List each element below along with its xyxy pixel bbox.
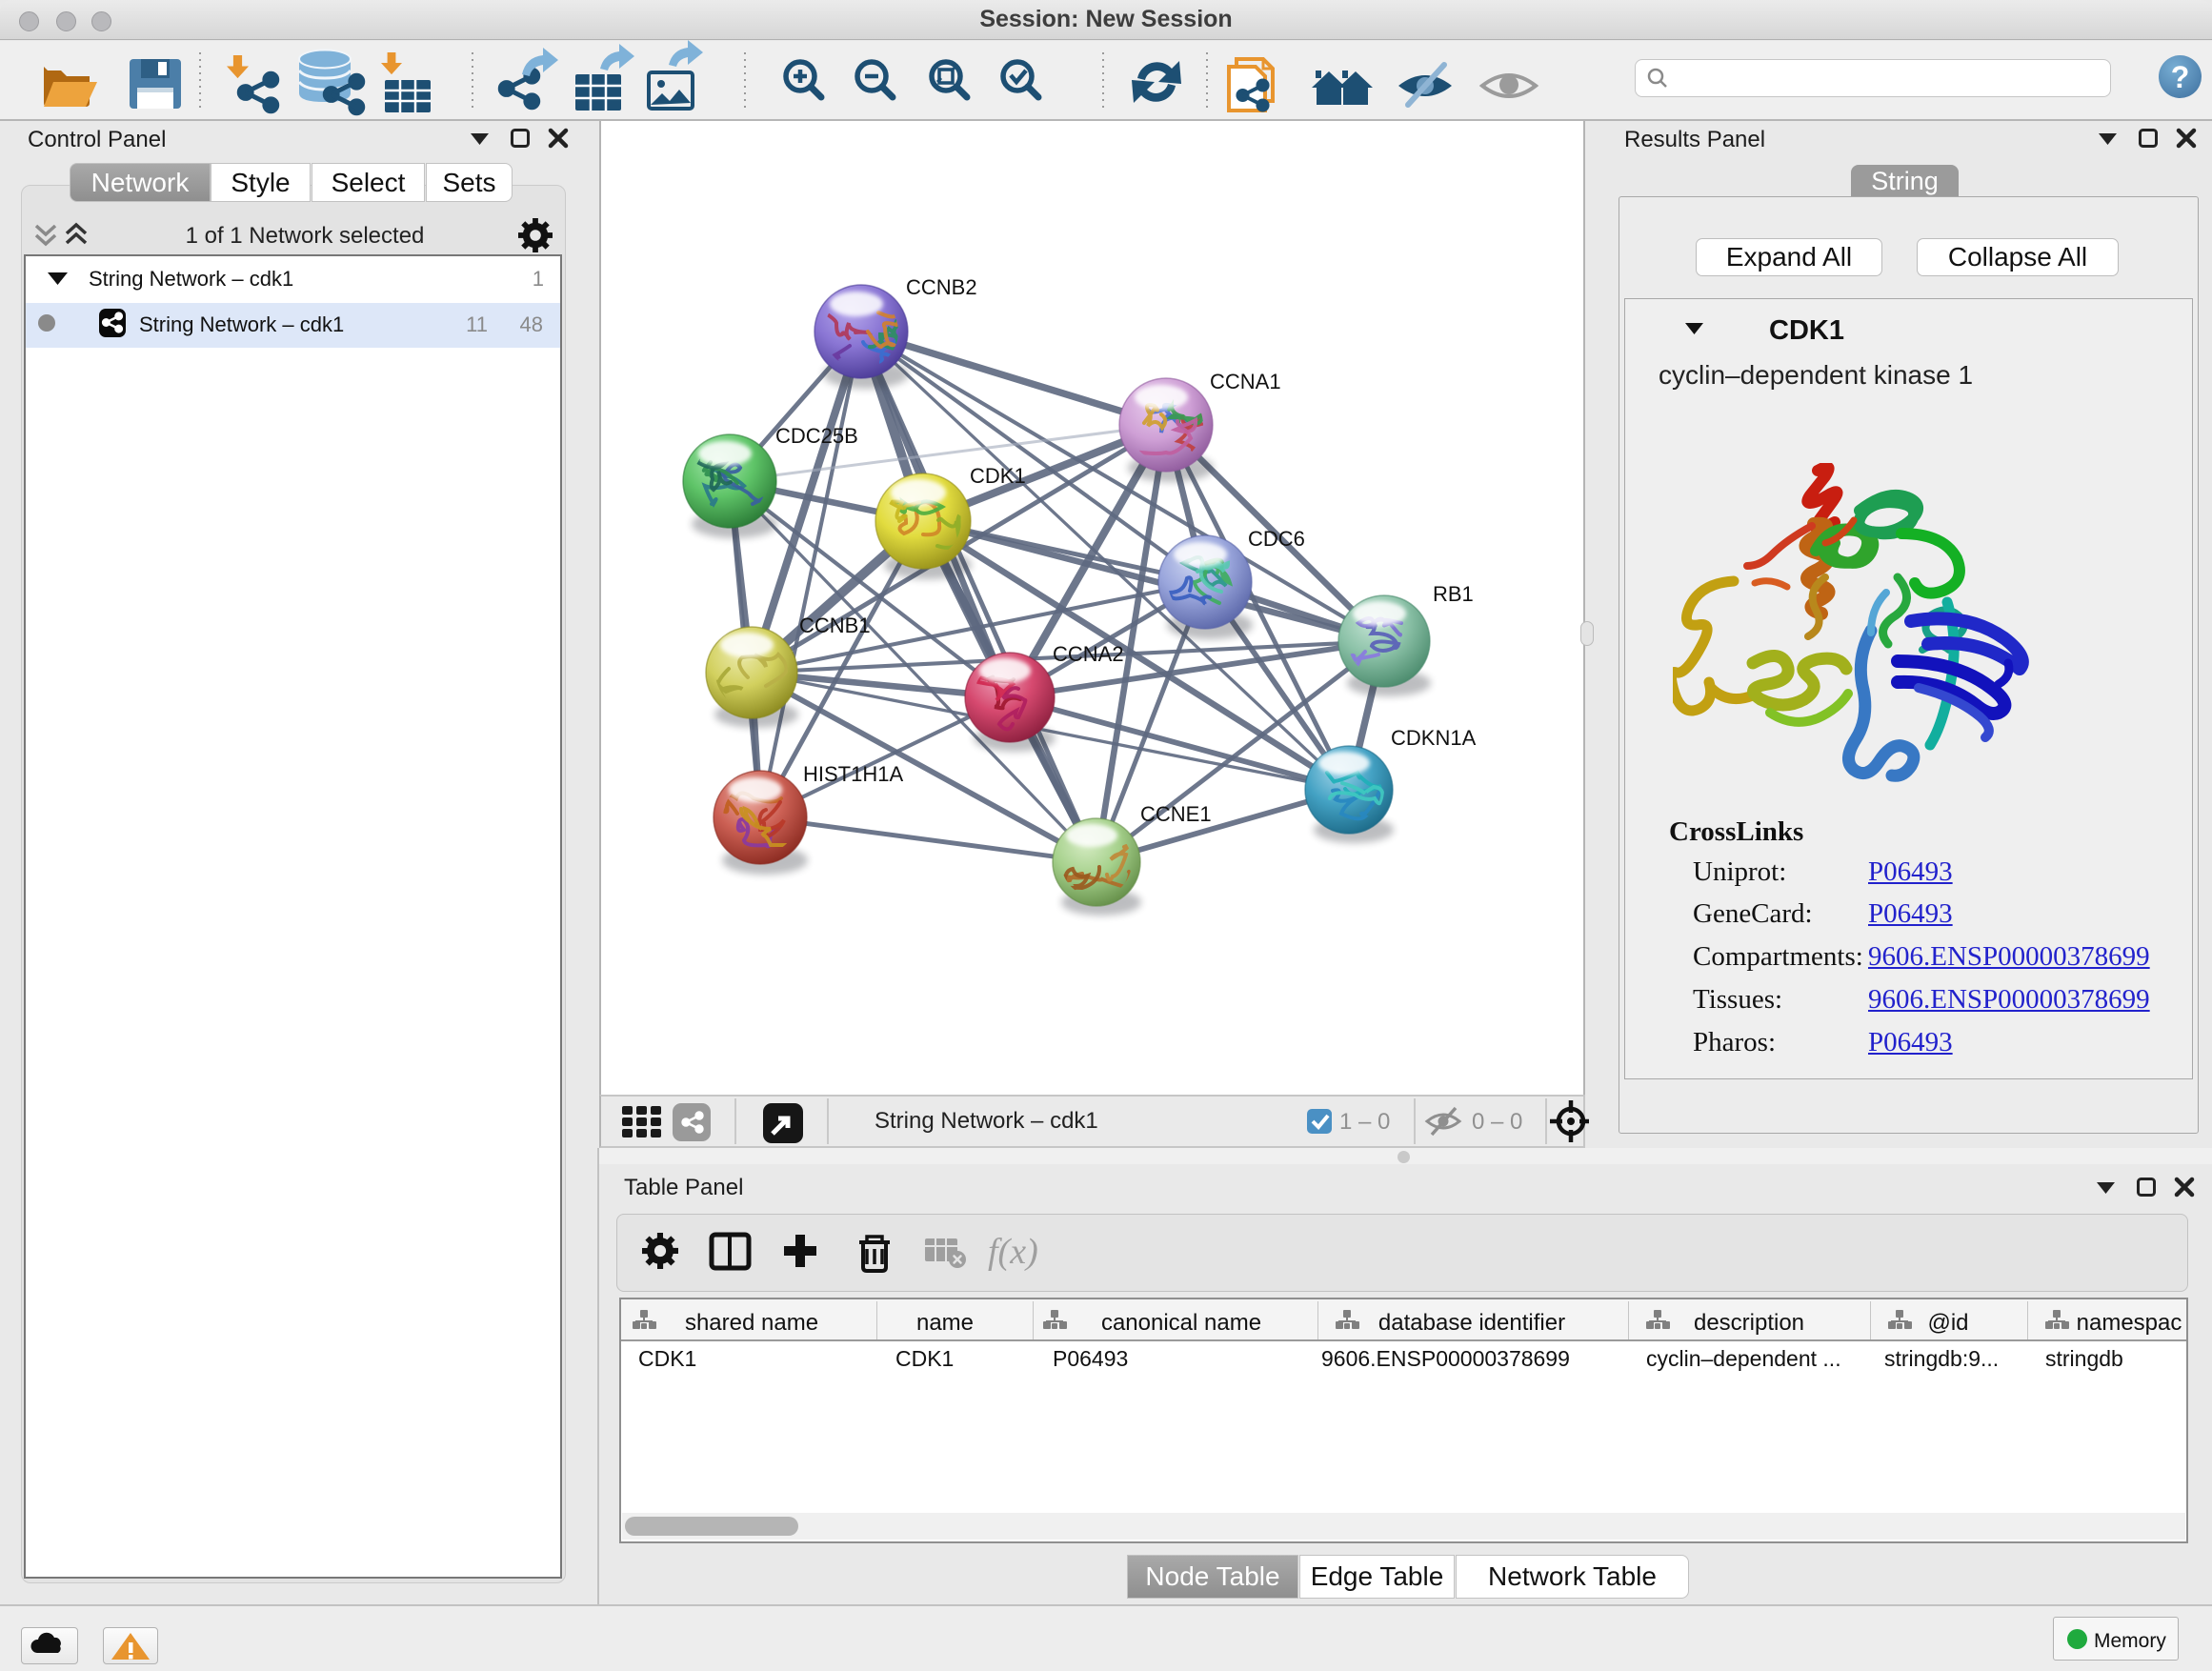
- svg-text:CCNB2: CCNB2: [906, 275, 977, 299]
- svg-text:CCNA2: CCNA2: [1053, 642, 1124, 666]
- svg-text:CDC25B: CDC25B: [775, 424, 858, 448]
- svg-text:CDKN1A: CDKN1A: [1391, 726, 1477, 750]
- svg-text:CCNB1: CCNB1: [799, 614, 871, 637]
- svg-text:CDC6: CDC6: [1248, 527, 1305, 551]
- svg-text:CCNA1: CCNA1: [1210, 370, 1281, 393]
- svg-text:CCNE1: CCNE1: [1140, 802, 1212, 826]
- svg-text:HIST1H1A: HIST1H1A: [803, 762, 903, 786]
- svg-text:f(x): f(x): [988, 1232, 1038, 1272]
- svg-text:RB1: RB1: [1433, 582, 1474, 606]
- svg-text:CDK1: CDK1: [970, 464, 1026, 488]
